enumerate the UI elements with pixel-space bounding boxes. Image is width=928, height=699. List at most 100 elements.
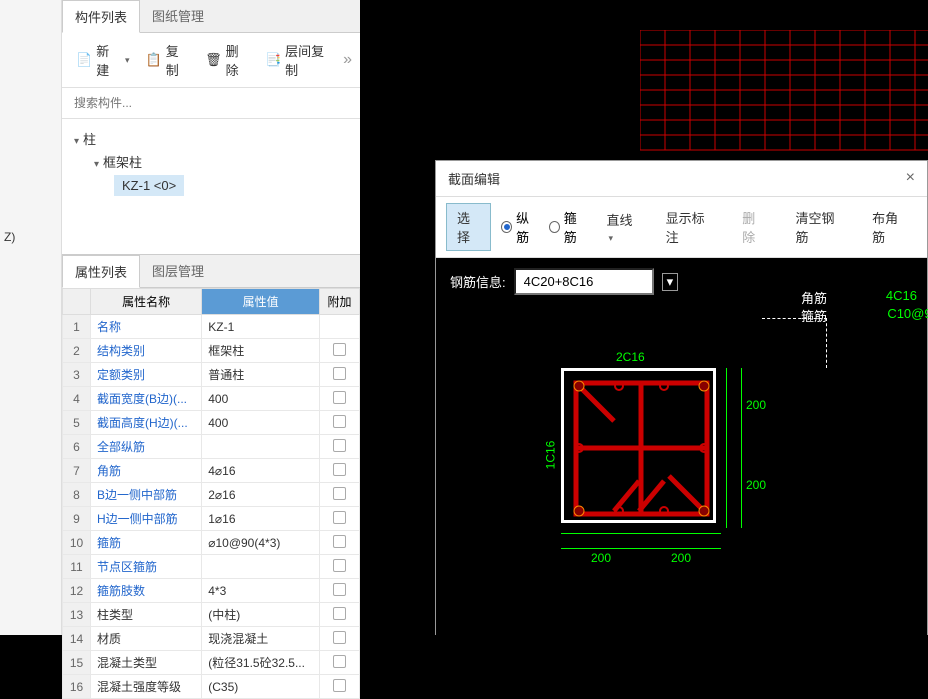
property-row[interactable]: 13 柱类型 (中柱) xyxy=(63,603,360,627)
prop-extra-checkbox[interactable] xyxy=(320,483,360,507)
search-input[interactable] xyxy=(70,92,352,114)
row-index: 14 xyxy=(63,627,91,651)
prop-name: 定额类别 xyxy=(91,363,202,387)
property-row[interactable]: 8 B边一侧中部筋 2⌀16 xyxy=(63,483,360,507)
property-row[interactable]: 12 箍筋肢数 4*3 xyxy=(63,579,360,603)
dim-h-200a: 200 xyxy=(746,398,766,412)
row-index: 15 xyxy=(63,651,91,675)
prop-value[interactable]: (中柱) xyxy=(202,603,320,627)
row-index: 1 xyxy=(63,315,91,339)
delete-button[interactable]: 🗑 删除 xyxy=(199,39,255,81)
rebar-info-label: 钢筋信息: xyxy=(450,272,506,291)
component-tree: ▾柱 ▾框架柱 KZ-1 <0> xyxy=(62,119,360,206)
prop-extra-checkbox[interactable] xyxy=(320,387,360,411)
radio-stirrup[interactable]: 箍筋 xyxy=(549,208,587,246)
prop-value[interactable]: 1⌀16 xyxy=(202,507,320,531)
prop-extra-checkbox[interactable] xyxy=(320,435,360,459)
dim-h-200b: 200 xyxy=(746,478,766,492)
radio-longitudinal[interactable]: 纵筋 xyxy=(501,208,539,246)
prop-extra-checkbox[interactable] xyxy=(320,531,360,555)
delete-rebar-button[interactable]: 删除 xyxy=(732,204,775,250)
property-row[interactable]: 9 H边一侧中部筋 1⌀16 xyxy=(63,507,360,531)
row-index: 3 xyxy=(63,363,91,387)
prop-extra-checkbox[interactable] xyxy=(320,555,360,579)
prop-value[interactable] xyxy=(202,435,320,459)
show-annotation-button[interactable]: 显示标注 xyxy=(656,204,723,250)
dropdown-icon[interactable]: ▾ xyxy=(662,273,679,291)
prop-value[interactable] xyxy=(202,555,320,579)
prop-name: 截面宽度(B边)(... xyxy=(91,387,202,411)
prop-extra-checkbox[interactable] xyxy=(320,579,360,603)
prop-value[interactable]: (C35) xyxy=(202,675,320,699)
section-canvas[interactable]: 钢筋信息: ▾ 角筋 箍筋 4C16 C10@90(4*3) 2C16 1C16 xyxy=(436,258,927,638)
property-row[interactable]: 16 混凝土强度等级 (C35) xyxy=(63,675,360,699)
property-row[interactable]: 5 截面高度(H边)(... 400 xyxy=(63,411,360,435)
prop-value[interactable]: 4*3 xyxy=(202,579,320,603)
property-row[interactable]: 6 全部纵筋 xyxy=(63,435,360,459)
select-tool[interactable]: 选择 xyxy=(446,203,491,251)
property-panel: 属性列表 图层管理 属性名称 属性值 附加 1 名称 KZ-1 2 结构类别 框… xyxy=(62,254,360,699)
prop-extra-checkbox[interactable] xyxy=(320,675,360,699)
more-icon[interactable]: » xyxy=(343,51,352,69)
prop-extra-checkbox[interactable] xyxy=(320,315,360,339)
corner-rebar-button[interactable]: 布角筋 xyxy=(862,204,917,250)
tab-layer-mgmt[interactable]: 图层管理 xyxy=(140,255,216,287)
prop-name: 截面高度(H边)(... xyxy=(91,411,202,435)
prop-value[interactable]: 现浇混凝土 xyxy=(202,627,320,651)
tree-node-column[interactable]: ▾柱 xyxy=(74,127,348,150)
prop-extra-checkbox[interactable] xyxy=(320,339,360,363)
tree-node-frame-column[interactable]: ▾框架柱 xyxy=(94,150,348,173)
row-index: 10 xyxy=(63,531,91,555)
prop-value[interactable]: 2⌀16 xyxy=(202,483,320,507)
line-tool[interactable]: 直线▾ xyxy=(597,206,646,248)
property-row[interactable]: 11 节点区箍筋 xyxy=(63,555,360,579)
row-index: 2 xyxy=(63,339,91,363)
tree-node-kz1[interactable]: KZ-1 <0> xyxy=(114,175,184,196)
copy-button[interactable]: 📋 复制 xyxy=(140,39,196,81)
prop-name: 节点区箍筋 xyxy=(91,555,202,579)
prop-value[interactable]: (粒径31.5砼32.5... xyxy=(202,651,320,675)
close-icon[interactable]: × xyxy=(906,169,915,188)
prop-extra-checkbox[interactable] xyxy=(320,627,360,651)
rebar-info-input[interactable] xyxy=(514,268,654,295)
tab-component-list[interactable]: 构件列表 xyxy=(62,0,140,33)
property-row[interactable]: 14 材质 现浇混凝土 xyxy=(63,627,360,651)
dim-w-200a: 200 xyxy=(591,551,611,565)
layer-copy-button[interactable]: 📑 层间复制 xyxy=(259,39,339,81)
new-button[interactable]: 📄 新建 ▾ xyxy=(70,39,136,81)
property-row[interactable]: 15 混凝土类型 (粒径31.5砼32.5... xyxy=(63,651,360,675)
prop-value[interactable]: ⌀10@90(4*3) xyxy=(202,531,320,555)
property-row[interactable]: 3 定额类别 普通柱 xyxy=(63,363,360,387)
clear-rebar-button[interactable]: 清空钢筋 xyxy=(786,204,853,250)
prop-value[interactable]: 400 xyxy=(202,387,320,411)
prop-extra-checkbox[interactable] xyxy=(320,507,360,531)
row-index: 9 xyxy=(63,507,91,531)
prop-value[interactable]: 400 xyxy=(202,411,320,435)
property-row[interactable]: 1 名称 KZ-1 xyxy=(63,315,360,339)
tab-drawing-mgmt[interactable]: 图纸管理 xyxy=(140,0,216,32)
property-row[interactable]: 7 角筋 4⌀16 xyxy=(63,459,360,483)
row-index: 16 xyxy=(63,675,91,699)
rebar-svg xyxy=(564,371,719,526)
dim-left-1c16: 1C16 xyxy=(543,441,557,470)
prop-extra-checkbox[interactable] xyxy=(320,603,360,627)
prop-extra-checkbox[interactable] xyxy=(320,651,360,675)
tab-property-list[interactable]: 属性列表 xyxy=(62,255,140,288)
col-prop-extra: 附加 xyxy=(320,289,360,315)
file-icon: 📄 xyxy=(76,52,92,68)
property-row[interactable]: 4 截面宽度(B边)(... 400 xyxy=(63,387,360,411)
col-prop-name: 属性名称 xyxy=(91,289,202,315)
property-row[interactable]: 2 结构类别 框架柱 xyxy=(63,339,360,363)
row-index: 7 xyxy=(63,459,91,483)
prop-extra-checkbox[interactable] xyxy=(320,411,360,435)
prop-extra-checkbox[interactable] xyxy=(320,363,360,387)
prop-value[interactable]: KZ-1 xyxy=(202,315,320,339)
property-row[interactable]: 10 箍筋 ⌀10@90(4*3) xyxy=(63,531,360,555)
prop-name: 全部纵筋 xyxy=(91,435,202,459)
row-index: 13 xyxy=(63,603,91,627)
prop-value[interactable]: 框架柱 xyxy=(202,339,320,363)
prop-extra-checkbox[interactable] xyxy=(320,459,360,483)
prop-value[interactable]: 4⌀16 xyxy=(202,459,320,483)
prop-value[interactable]: 普通柱 xyxy=(202,363,320,387)
row-index: 6 xyxy=(63,435,91,459)
